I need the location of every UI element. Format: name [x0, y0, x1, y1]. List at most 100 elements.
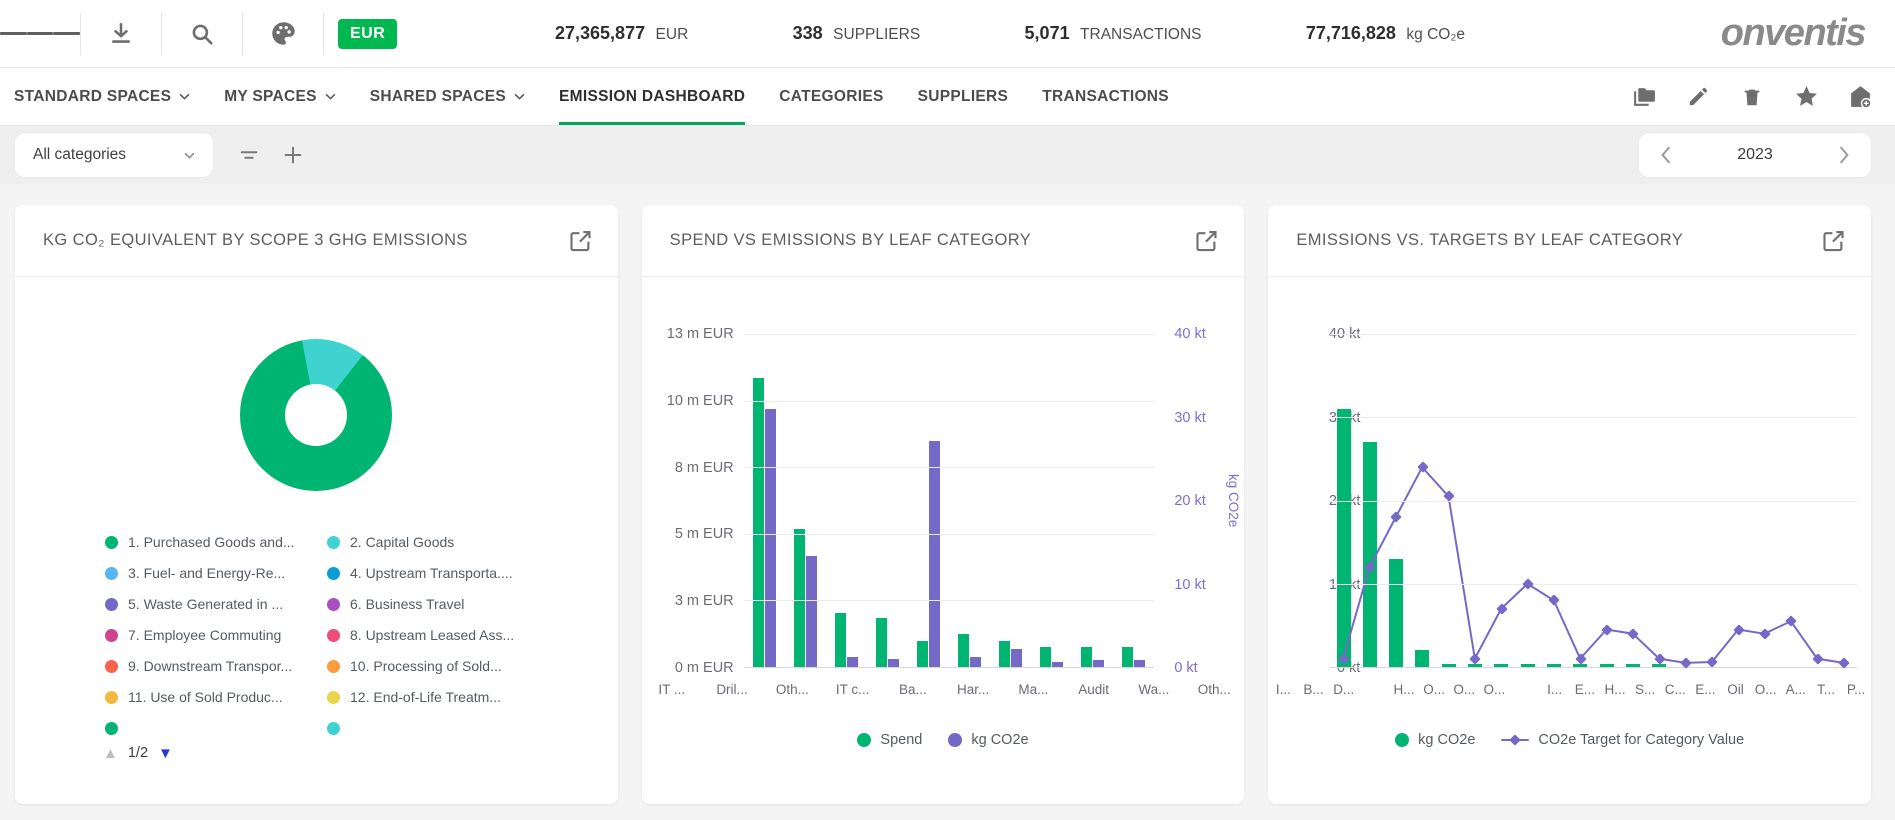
legend-item[interactable]: 4. Upstream Transporta....	[327, 562, 618, 584]
emissions-targets-chart: 40 kt30 kt20 kt10 kt0 kt I...B...D...H..…	[1268, 277, 1871, 777]
copy-folder-icon[interactable]	[1631, 84, 1657, 110]
tab-transactions[interactable]: TRANSACTIONS	[1042, 68, 1169, 125]
top-bar: EUR 27,365,877 EUR 338 SUPPLIERS 5,071 T…	[0, 0, 1895, 68]
legend-label: 6. Business Travel	[350, 596, 464, 612]
open-in-new-icon[interactable]	[1820, 227, 1847, 254]
open-in-new-icon[interactable]	[1193, 227, 1220, 254]
x-axis-labels: I...B...D...H...O...O...O...I...E...H...…	[1268, 682, 1871, 697]
tab-my-spaces[interactable]: MY SPACES	[224, 68, 336, 125]
chevron-down-icon	[184, 152, 195, 159]
legend-label: 5. Waste Generated in ...	[128, 596, 283, 612]
stat-suppliers-label: SUPPLIERS	[833, 26, 920, 43]
left-axis-labels: 13 m EUR10 m EUR8 m EUR5 m EUR3 m EUR0 m…	[642, 334, 734, 668]
add-to-home-icon[interactable]	[1847, 84, 1873, 110]
legend-swatch	[327, 629, 340, 642]
gridline	[744, 467, 1155, 468]
currency-badge[interactable]: EUR	[338, 19, 397, 49]
legend-label: 3. Fuel- and Energy-Re...	[128, 565, 285, 581]
bar	[1093, 660, 1104, 667]
year-value: 2023	[1737, 146, 1773, 164]
legend-swatch	[105, 691, 118, 704]
palette-icon[interactable]	[243, 0, 323, 67]
legend-item[interactable]: 8. Upstream Leased Ass...	[327, 624, 618, 646]
legend-swatch	[105, 567, 118, 580]
stat-spend: 27,365,877 EUR	[555, 23, 688, 44]
search-icon[interactable]	[162, 0, 242, 67]
legend-item[interactable]: 12. End-of-Life Treatm...	[327, 686, 618, 708]
bar	[1040, 647, 1051, 667]
tab-suppliers[interactable]: SUPPLIERS	[918, 68, 1009, 125]
legend-page-down-icon[interactable]: ▼	[158, 746, 173, 761]
bar-group	[1031, 334, 1072, 667]
scope3-donut-chart	[240, 339, 392, 491]
delete-icon[interactable]	[1739, 84, 1765, 110]
stat-emissions: 77,716,828 kg CO₂e	[1306, 23, 1465, 44]
x-axis-labels: IT ...Dril...Oth...IT c...Ba...Har...Ma.…	[642, 682, 1245, 697]
bar	[917, 641, 928, 667]
x-axis-label: E...	[1690, 682, 1720, 697]
next-year-icon[interactable]	[1831, 142, 1857, 168]
legend-item[interactable]	[327, 717, 618, 739]
legend-item[interactable]: 1. Purchased Goods and...	[105, 531, 327, 553]
download-icon[interactable]	[81, 0, 161, 67]
legend-page-up-icon[interactable]: ▲	[103, 746, 118, 761]
x-axis-label: O...	[1479, 682, 1509, 697]
card-title: EMISSIONS VS. TARGETS BY LEAF CATEGORY	[1296, 231, 1683, 250]
add-filter-icon[interactable]	[271, 133, 315, 177]
legend-item[interactable]: kg CO2e	[948, 732, 1028, 748]
x-axis-label	[1359, 682, 1389, 697]
bar	[753, 378, 764, 667]
legend-item[interactable]: 5. Waste Generated in ...	[105, 593, 327, 615]
legend-swatch	[327, 660, 340, 673]
x-axis-label: A...	[1781, 682, 1811, 697]
tab-categories[interactable]: CATEGORIES	[779, 68, 883, 125]
legend-label: kg CO2e	[1418, 732, 1475, 748]
bar	[876, 618, 887, 667]
menu-icon[interactable]	[0, 0, 80, 67]
card-title: SPEND VS EMISSIONS BY LEAF CATEGORY	[670, 231, 1032, 250]
chevron-down-icon	[325, 93, 336, 100]
axis-tick-label: 5 m EUR	[675, 526, 734, 542]
legend-item[interactable]: 10. Processing of Sold...	[327, 655, 618, 677]
x-axis-label: H...	[1389, 682, 1419, 697]
bar	[1122, 647, 1133, 667]
tab-label: TRANSACTIONS	[1042, 88, 1169, 106]
x-axis-label: H...	[1600, 682, 1630, 697]
tab-standard-spaces[interactable]: STANDARD SPACES	[14, 68, 190, 125]
legend-swatch	[105, 536, 118, 549]
axis-tick-label: 13 m EUR	[667, 326, 734, 342]
legend-item[interactable]: 9. Downstream Transpor...	[105, 655, 327, 677]
filter-bar: All categories 2023	[0, 126, 1895, 184]
favorite-star-icon[interactable]	[1793, 84, 1819, 110]
category-select[interactable]: All categories	[15, 133, 213, 177]
legend-label: 8. Upstream Leased Ass...	[350, 627, 514, 643]
previous-year-icon[interactable]	[1653, 142, 1679, 168]
edit-icon[interactable]	[1685, 84, 1711, 110]
stat-transactions: 5,071 TRANSACTIONS	[1025, 23, 1202, 44]
legend-item[interactable]: 6. Business Travel	[327, 593, 618, 615]
legend-item[interactable]: 7. Employee Commuting	[105, 624, 327, 646]
legend-item[interactable]: kg CO2e	[1395, 732, 1475, 748]
legend-item[interactable]: 3. Fuel- and Energy-Re...	[105, 562, 327, 584]
legend-item[interactable]	[105, 717, 327, 739]
legend-item[interactable]: 11. Use of Sold Produc...	[105, 686, 327, 708]
open-in-new-icon[interactable]	[567, 227, 594, 254]
filter-icon[interactable]	[227, 133, 271, 177]
legend-swatch	[105, 629, 118, 642]
chart-legend: Spend kg CO2e	[642, 732, 1245, 748]
legend-swatch	[327, 598, 340, 611]
legend-item[interactable]: CO2e Target for Category Value	[1501, 732, 1744, 748]
tab-shared-spaces[interactable]: SHARED SPACES	[370, 68, 525, 125]
bar	[929, 441, 940, 667]
legend-item[interactable]: 2. Capital Goods	[327, 531, 618, 553]
axis-tick-label: 10 m EUR	[667, 393, 734, 409]
x-axis-label	[1509, 682, 1539, 697]
x-axis-label: Har...	[943, 682, 1003, 697]
tab-emission-dashboard[interactable]: EMISSION DASHBOARD	[559, 68, 745, 125]
x-axis-label: Ma...	[1003, 682, 1063, 697]
bar-group	[1072, 334, 1113, 667]
tab-label: SHARED SPACES	[370, 88, 506, 106]
legend-item[interactable]: Spend	[857, 732, 922, 748]
x-axis-label: O...	[1449, 682, 1479, 697]
bar	[806, 556, 817, 667]
